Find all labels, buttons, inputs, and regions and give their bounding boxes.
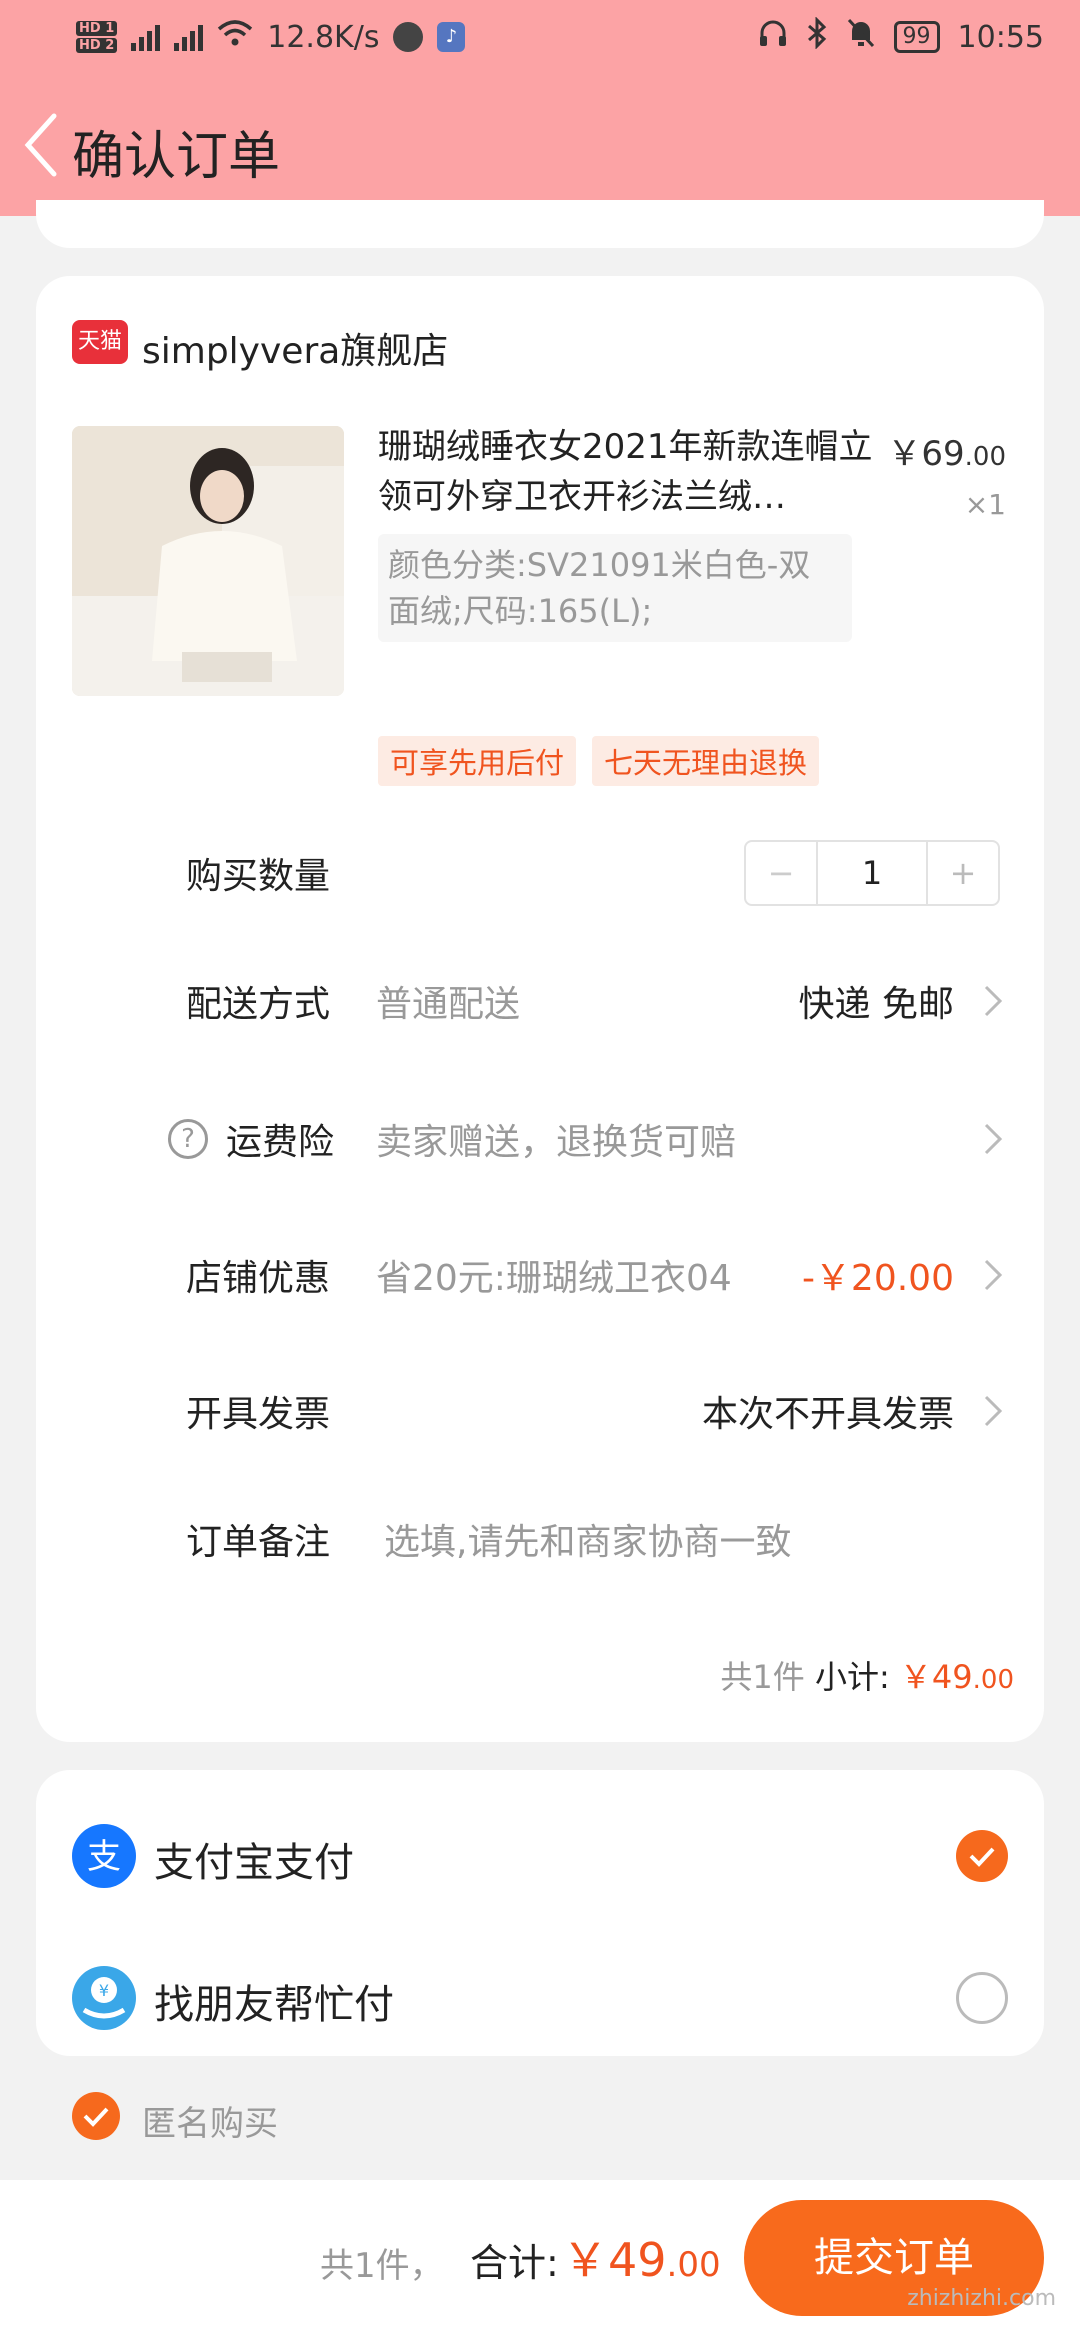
wifi-icon: [217, 19, 253, 55]
order-card: 天猫 simplyvera旗舰店 珊瑚绒睡衣女2021年新款连帽立领可外穿卫衣开…: [36, 276, 1044, 1742]
product-quantity: ×1: [964, 488, 1006, 521]
delivery-label: 配送方式: [186, 984, 331, 1025]
price-cents: .00: [964, 442, 1006, 472]
subtotal-count: 共1件: [720, 1658, 805, 1696]
total-amount: ￥49.00: [562, 2224, 721, 2290]
discount-label: 店铺优惠: [186, 1258, 331, 1299]
delivery-row[interactable]: 配送方式 普通配送 快递 免邮: [36, 956, 1044, 1046]
friend-pay-radio[interactable]: [956, 1972, 1008, 2024]
hd2-label: HD 2: [76, 38, 118, 53]
tag-seven-day-return: 七天无理由退换: [592, 736, 820, 786]
payment-card: 支 支付宝支付 ¥ 找朋友帮忙付: [36, 1770, 1044, 2056]
music-icon: ♪: [437, 22, 466, 52]
delivery-value: 快递 免邮: [798, 984, 954, 1025]
back-arrow-icon[interactable]: [20, 110, 80, 180]
status-bar: HD 1 HD 2 12.8K/s ♪ 99 10:55: [0, 0, 1080, 74]
top-bar: HD 1 HD 2 12.8K/s ♪ 99 10:55 确认订单: [0, 0, 1080, 216]
total-cents: .00: [666, 2245, 721, 2285]
headphones-icon: [758, 18, 788, 56]
total-label: 合计:: [470, 2241, 559, 2285]
order-note-input[interactable]: 选填,请先和商家协商一致: [384, 1513, 791, 1565]
invoice-value: 本次不开具发票: [701, 1394, 954, 1435]
product-price: ￥69.00: [887, 426, 1006, 475]
item-count: 共1件，: [320, 2246, 444, 2286]
subtotal-main: ￥49: [899, 1658, 973, 1696]
alipay-icon: 支: [72, 1824, 136, 1888]
note-label: 订单备注: [186, 1522, 331, 1563]
help-icon[interactable]: ?: [168, 1119, 208, 1159]
battery-indicator: 99: [893, 21, 940, 53]
address-card[interactable]: [36, 200, 1044, 248]
subtotal-amount: ￥49.00: [900, 1658, 1014, 1696]
payment-option-alipay[interactable]: 支 支付宝支付: [36, 1816, 1044, 1896]
shipping-insurance-row[interactable]: ? 运费险 卖家赠送，退换货可赔: [36, 1094, 1044, 1184]
tmall-badge: 天猫: [72, 320, 128, 364]
product-thumbnail[interactable]: [72, 426, 344, 696]
store-discount-row[interactable]: 店铺优惠 省20元:珊瑚绒卫衣04 -￥20.00: [36, 1230, 1044, 1320]
quantity-label: 购买数量: [186, 856, 331, 897]
svg-text:支: 支: [87, 1837, 121, 1877]
decrease-button[interactable]: −: [746, 842, 818, 904]
chevron-right-icon: [978, 1393, 1006, 1429]
discount-value: -￥20.00: [801, 1258, 954, 1299]
signal-icon: [174, 23, 204, 51]
mute-bell-icon: [846, 17, 876, 57]
wechat-icon: [393, 22, 424, 52]
invoice-row[interactable]: 开具发票 本次不开具发票: [36, 1366, 1044, 1456]
bottom-bar: 共1件， 合计: ￥49.00 提交订单: [0, 2180, 1080, 2340]
quantity-value[interactable]: 1: [818, 842, 926, 904]
clock: 10:55: [957, 19, 1044, 55]
signal-icon: [131, 23, 161, 51]
total-main: ￥49: [562, 2233, 667, 2287]
alipay-selected-check-icon[interactable]: [956, 1830, 1008, 1882]
chevron-right-icon: [978, 983, 1006, 1019]
delivery-sub: 普通配送: [376, 984, 521, 1025]
hd1-label: HD 1: [76, 21, 118, 36]
chevron-right-icon: [978, 1257, 1006, 1293]
subtotal-cents: .00: [972, 1665, 1014, 1695]
tag-pay-later: 可享先用后付: [378, 736, 577, 786]
service-tags: 可享先用后付 七天无理由退换: [378, 736, 820, 786]
order-note-row: 订单备注 选填,请先和商家协商一致: [36, 1494, 1044, 1584]
subtotal: 共1件 小计: ￥49.00: [720, 1652, 1014, 1698]
price-main: ￥69: [887, 434, 965, 474]
increase-button[interactable]: +: [926, 842, 998, 904]
quantity-row: 购买数量 − 1 +: [36, 828, 1044, 918]
invoice-label: 开具发票: [186, 1394, 331, 1435]
shop-name[interactable]: simplyvera旗舰店: [142, 322, 448, 374]
subtotal-label: 小计:: [814, 1658, 890, 1696]
watermark: zhizhizhi.com: [907, 2286, 1056, 2311]
friend-pay-icon: ¥: [72, 1966, 136, 2030]
network-speed: 12.8K/s: [267, 19, 380, 55]
insurance-sub: 卖家赠送，退换货可赔: [376, 1122, 737, 1163]
product-name[interactable]: 珊瑚绒睡衣女2021年新款连帽立领可外穿卫衣开衫法兰绒…: [378, 422, 878, 522]
svg-text:¥: ¥: [99, 1981, 109, 2000]
product-sku[interactable]: 颜色分类:SV21091米白色-双面绒;尺码:165(L);: [378, 534, 852, 642]
anonymous-check-icon[interactable]: [72, 2092, 120, 2140]
page-header: 确认订单: [0, 74, 1080, 216]
alipay-label: 支付宝支付: [154, 1840, 354, 1886]
insurance-label: 运费险: [226, 1122, 335, 1163]
bluetooth-icon: [806, 16, 828, 57]
friend-pay-label: 找朋友帮忙付: [154, 1982, 394, 2028]
discount-sub: 省20元:珊瑚绒卫衣04: [376, 1258, 732, 1299]
payment-option-friend[interactable]: ¥ 找朋友帮忙付: [36, 1958, 1044, 2038]
page-title: 确认订单: [72, 127, 281, 187]
anonymous-label[interactable]: 匿名购买: [142, 2096, 278, 2145]
chevron-right-icon: [978, 1121, 1006, 1157]
hd-indicator: HD 1 HD 2: [76, 20, 118, 54]
quantity-stepper: − 1 +: [744, 840, 1000, 906]
